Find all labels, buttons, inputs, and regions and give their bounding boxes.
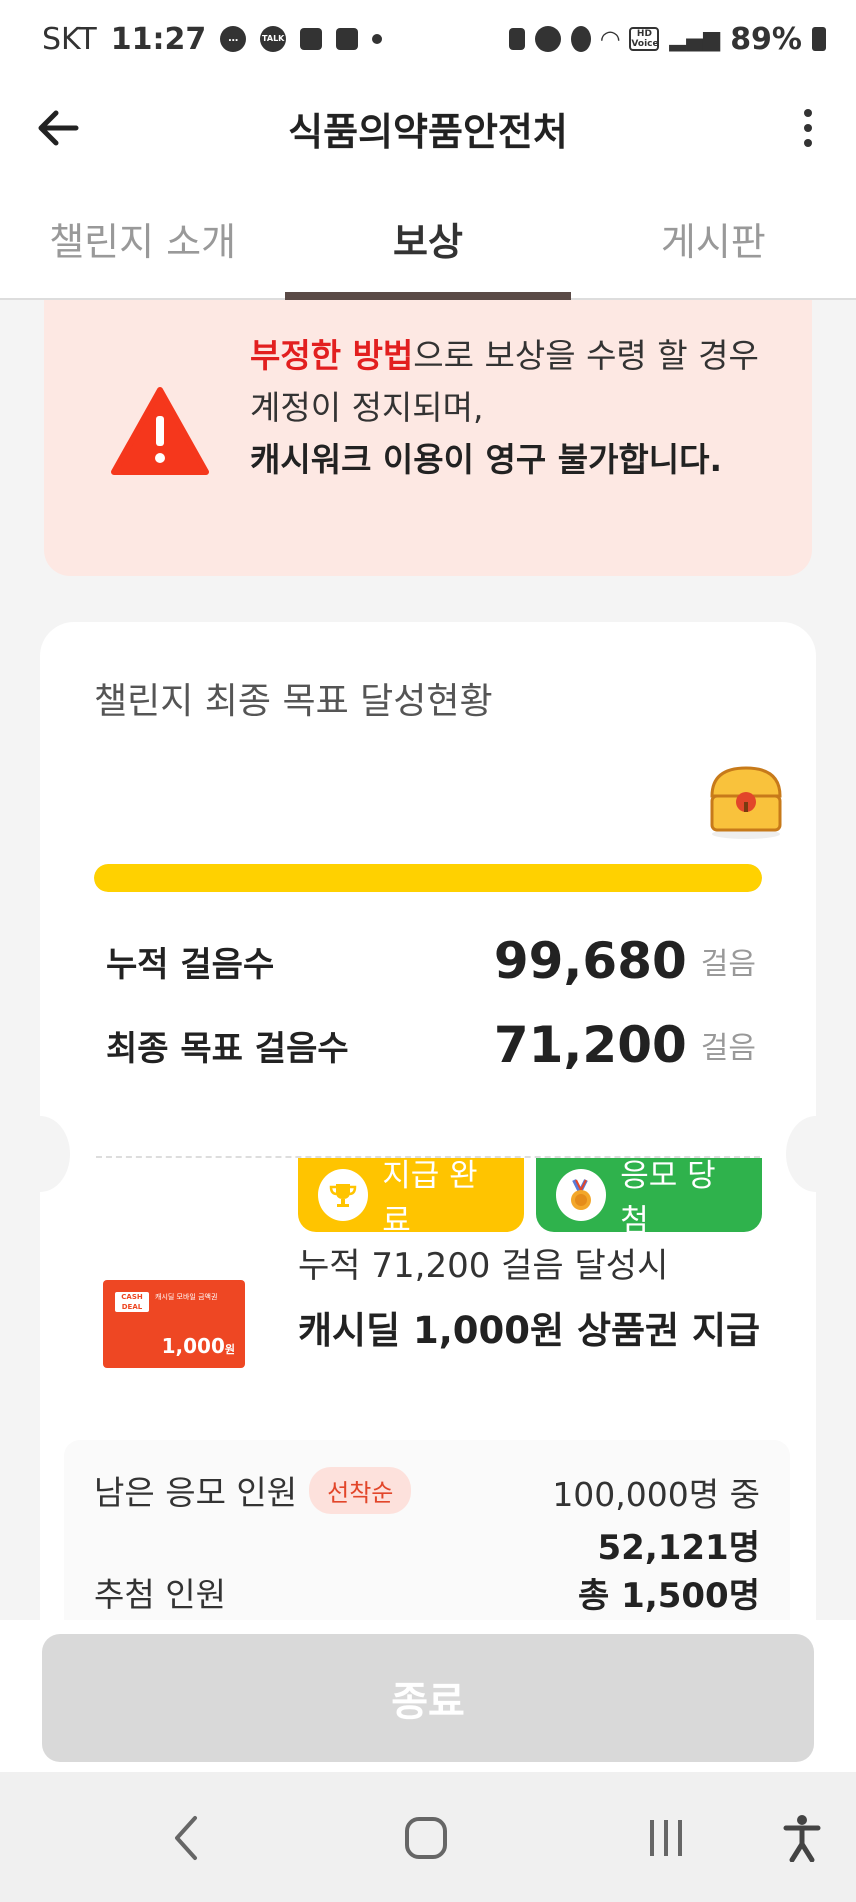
tab-bar: 챌린지 소개 보상 게시판: [0, 178, 856, 300]
goal-card-title: 챌린지 최종 목표 달성현황: [94, 681, 493, 722]
remaining-entries-label: 남은 응모 인원: [94, 1473, 298, 1512]
giftcard-amount-number: 1,000: [161, 1334, 225, 1358]
warning-text-after-red: 으로 보상을 수령 할 경우: [413, 336, 759, 375]
giftcard-currency: 원: [224, 1343, 235, 1356]
warning-triangle-icon: [111, 387, 209, 475]
giftcard-caption: 캐시딜 모바일 금액권: [155, 1293, 218, 1301]
paid-complete-badge: 지급 완료: [298, 1158, 524, 1239]
nav-back-button[interactable]: [156, 1808, 216, 1868]
draw-won-badge: 응모 당첨: [536, 1158, 762, 1239]
reward-title: 캐시딜 1,000원 상품권 지급: [298, 1309, 761, 1352]
cashdeal-logo: CASH DEAL: [115, 1292, 149, 1312]
warning-line2: 계정이 정지되며,: [250, 388, 484, 427]
more-vertical-icon: [804, 109, 812, 117]
nav-recents-button[interactable]: [636, 1808, 696, 1868]
nav-home-button[interactable]: [396, 1808, 456, 1868]
battery-saver-icon: [508, 28, 525, 50]
remaining-total: 100,000명 중: [552, 1475, 760, 1514]
battery-percent: 89%: [730, 21, 802, 57]
draw-count-value: 총 1,500명: [578, 1576, 760, 1616]
tab-reward[interactable]: 보상: [285, 178, 571, 300]
final-goal-unit: 걸음: [700, 1031, 756, 1066]
more-notifications-dot-icon: [372, 34, 383, 44]
message-icon: …: [220, 26, 247, 52]
goal-progress-bar: [94, 864, 762, 892]
medal-icon: [556, 1169, 607, 1221]
end-button[interactable]: 종료: [42, 1634, 814, 1762]
wifi-icon: ◠: [600, 25, 620, 53]
nav-accessibility-button[interactable]: [772, 1808, 832, 1868]
trophy-icon: [318, 1169, 369, 1221]
alarm-icon: [534, 26, 561, 52]
bottom-action-bar: 종료: [0, 1620, 856, 1772]
system-navigation-bar: [0, 1772, 856, 1902]
cashdeal-gift-card-image: CASH DEAL 캐시딜 모바일 금액권 1,000원: [103, 1280, 245, 1368]
carrier-label: SKT: [42, 21, 97, 57]
tab-challenge-intro[interactable]: 챌린지 소개: [0, 178, 285, 298]
reward-condition: 누적 71,200 걸음 달성시: [298, 1246, 669, 1286]
tab-board[interactable]: 게시판: [571, 178, 856, 298]
kakaotalk-icon: TALK: [260, 26, 287, 52]
reward-description: 누적 71,200 걸음 달성시 캐시딜 1,000원 상품권 지급: [298, 1238, 778, 1359]
paid-complete-label: 지급 완료: [382, 1158, 478, 1239]
accumulated-steps-row: 누적 걸음수 99,680 걸음: [106, 932, 756, 990]
accumulated-steps-label: 누적 걸음수: [106, 944, 275, 985]
remaining-entries-label-group: 남은 응모 인원 선착순: [94, 1466, 412, 1514]
accumulated-steps-unit: 걸음: [700, 947, 756, 982]
signal-icon: ▂▄▆: [669, 26, 721, 52]
more-vertical-icon-dot: [804, 139, 812, 147]
chevron-left-icon: [175, 1816, 197, 1860]
final-goal-label: 최종 목표 걸음수: [106, 1028, 349, 1069]
warning-red-text: 부정한 방법: [250, 336, 414, 375]
hd-voice-icon: HD Voice: [629, 27, 660, 51]
app-notification-icon: [300, 28, 323, 50]
draw-count-label: 추첨 인원: [94, 1575, 226, 1614]
draw-won-label: 응모 당첨: [620, 1158, 716, 1239]
first-come-badge: 선착순: [309, 1466, 412, 1514]
accessibility-icon: [783, 1815, 821, 1862]
final-goal-value: 71,200: [493, 1016, 687, 1074]
arrow-left-icon: [38, 110, 79, 146]
reward-badges: 지급 완료 응모 당첨: [298, 1158, 762, 1239]
home-square-icon: [405, 1817, 447, 1859]
warning-bold-line: 캐시워크 이용이 영구 불가합니다.: [250, 440, 723, 479]
radio-icon: [336, 28, 359, 50]
accumulated-steps-value: 99,680: [493, 932, 687, 990]
more-vertical-icon-dot: [804, 124, 812, 132]
warning-text: 부정한 방법으로 보상을 수령 할 경우 계정이 정지되며, 캐시워크 이용이 …: [250, 330, 780, 486]
recents-icon: [650, 1820, 682, 1856]
entry-info-box: 남은 응모 인원 선착순 100,000명 중 52,121명 추첨 인원 총 …: [64, 1440, 790, 1620]
location-icon: [570, 26, 591, 52]
remaining-count: 52,121명: [597, 1528, 760, 1568]
ticket-notch-left: [10, 1116, 70, 1192]
status-bar: SKT 11:27 … TALK ◠ HD Voice ▂▄▆ 89%: [0, 0, 856, 78]
ticket-notch-right: [786, 1116, 846, 1192]
final-goal-row: 최종 목표 걸음수 71,200 걸음: [106, 1016, 756, 1074]
treasure-chest-icon: [710, 766, 782, 839]
back-button[interactable]: [30, 100, 86, 156]
warning-banner: 부정한 방법으로 보상을 수령 할 경우 계정이 정지되며, 캐시워크 이용이 …: [44, 300, 812, 576]
clock: 11:27: [110, 21, 207, 57]
app-bar: 식품의약품안전처: [0, 78, 856, 178]
page-title: 식품의약품안전처: [288, 109, 568, 154]
giftcard-amount: 1,000원: [162, 1334, 235, 1358]
goal-progress-fill: [94, 864, 762, 892]
battery-icon: [812, 27, 826, 51]
more-options-button[interactable]: [788, 100, 828, 156]
